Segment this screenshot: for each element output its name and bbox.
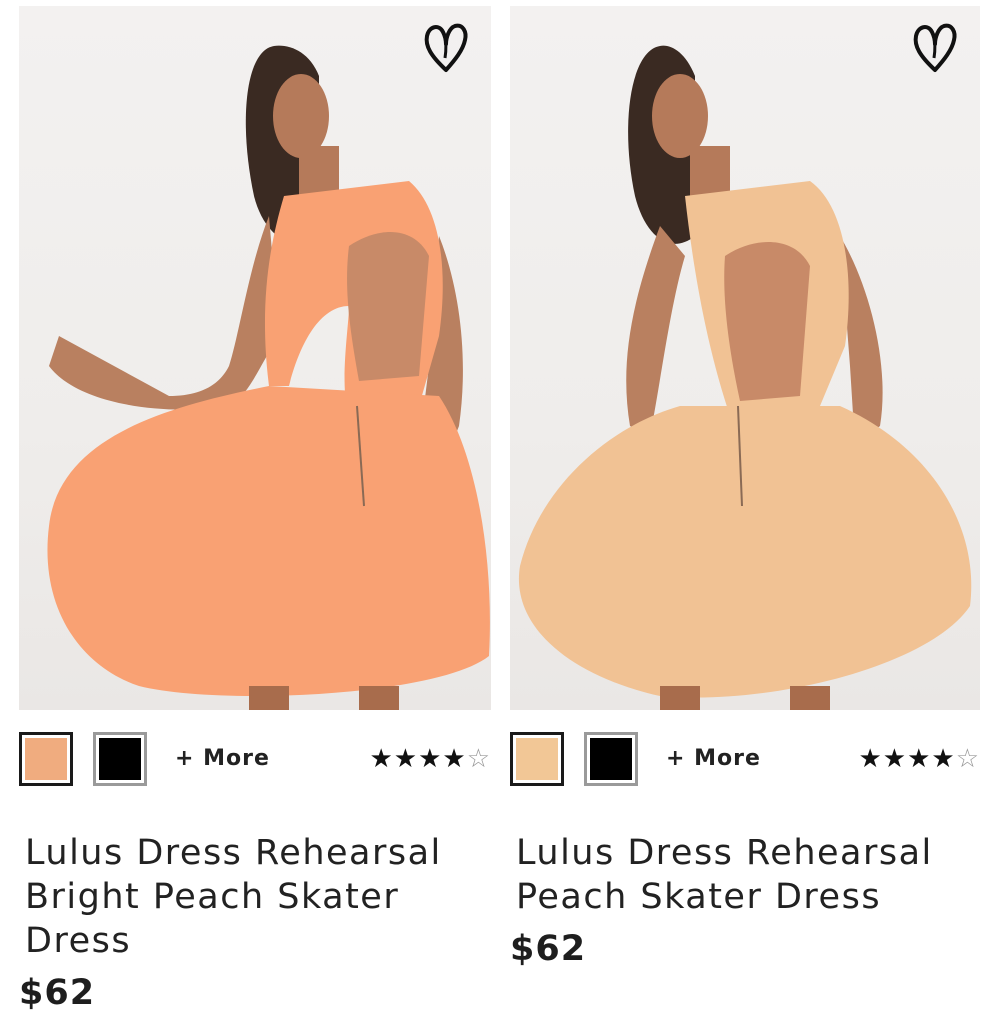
favorite-button[interactable] <box>421 18 471 78</box>
star-filled-icon: ★ <box>858 744 883 774</box>
product-meta-row: + More ★★★★☆ <box>19 732 491 796</box>
product-card[interactable]: + More ★★★★☆ Lulus Dress Rehearsal Peach… <box>510 6 980 969</box>
star-filled-icon: ★ <box>907 744 932 774</box>
product-image[interactable] <box>19 6 491 710</box>
more-colors-link[interactable]: + More <box>666 746 761 771</box>
product-price: $62 <box>19 973 96 1013</box>
rating-stars: ★★★★☆ <box>858 744 980 774</box>
heart-outline-icon <box>913 23 957 72</box>
product-title[interactable]: Lulus Dress Rehearsal Peach Skater Dress <box>516 831 980 919</box>
swatch-fill <box>516 738 558 780</box>
star-filled-icon: ★ <box>442 744 467 774</box>
star-empty-icon: ☆ <box>955 744 980 774</box>
model-dress-illustration <box>47 45 490 710</box>
star-filled-icon: ★ <box>882 744 908 774</box>
favorite-button[interactable] <box>910 18 960 78</box>
more-colors-link[interactable]: + More <box>175 746 270 771</box>
model-dress-illustration <box>518 45 972 710</box>
product-image[interactable] <box>510 6 980 710</box>
color-swatch-selected[interactable] <box>19 732 73 786</box>
swatch-fill <box>590 738 632 780</box>
swatch-fill <box>99 738 141 780</box>
product-price: $62 <box>510 929 587 969</box>
star-filled-icon: ★ <box>369 744 394 774</box>
rating-stars: ★★★★☆ <box>369 744 491 774</box>
product-meta-row: + More ★★★★☆ <box>510 732 980 796</box>
swatch-fill <box>25 738 67 780</box>
star-filled-icon: ★ <box>418 744 443 774</box>
color-swatch-selected[interactable] <box>510 732 564 786</box>
product-card[interactable]: + More ★★★★☆ Lulus Dress Rehearsal Brigh… <box>19 6 491 1013</box>
star-filled-icon: ★ <box>393 744 419 774</box>
star-empty-icon: ☆ <box>466 744 491 774</box>
heart-outline-icon <box>424 23 468 72</box>
color-swatch-black[interactable] <box>93 732 147 786</box>
color-swatch-black[interactable] <box>584 732 638 786</box>
star-filled-icon: ★ <box>931 744 956 774</box>
product-title[interactable]: Lulus Dress Rehearsal Bright Peach Skate… <box>25 831 491 963</box>
